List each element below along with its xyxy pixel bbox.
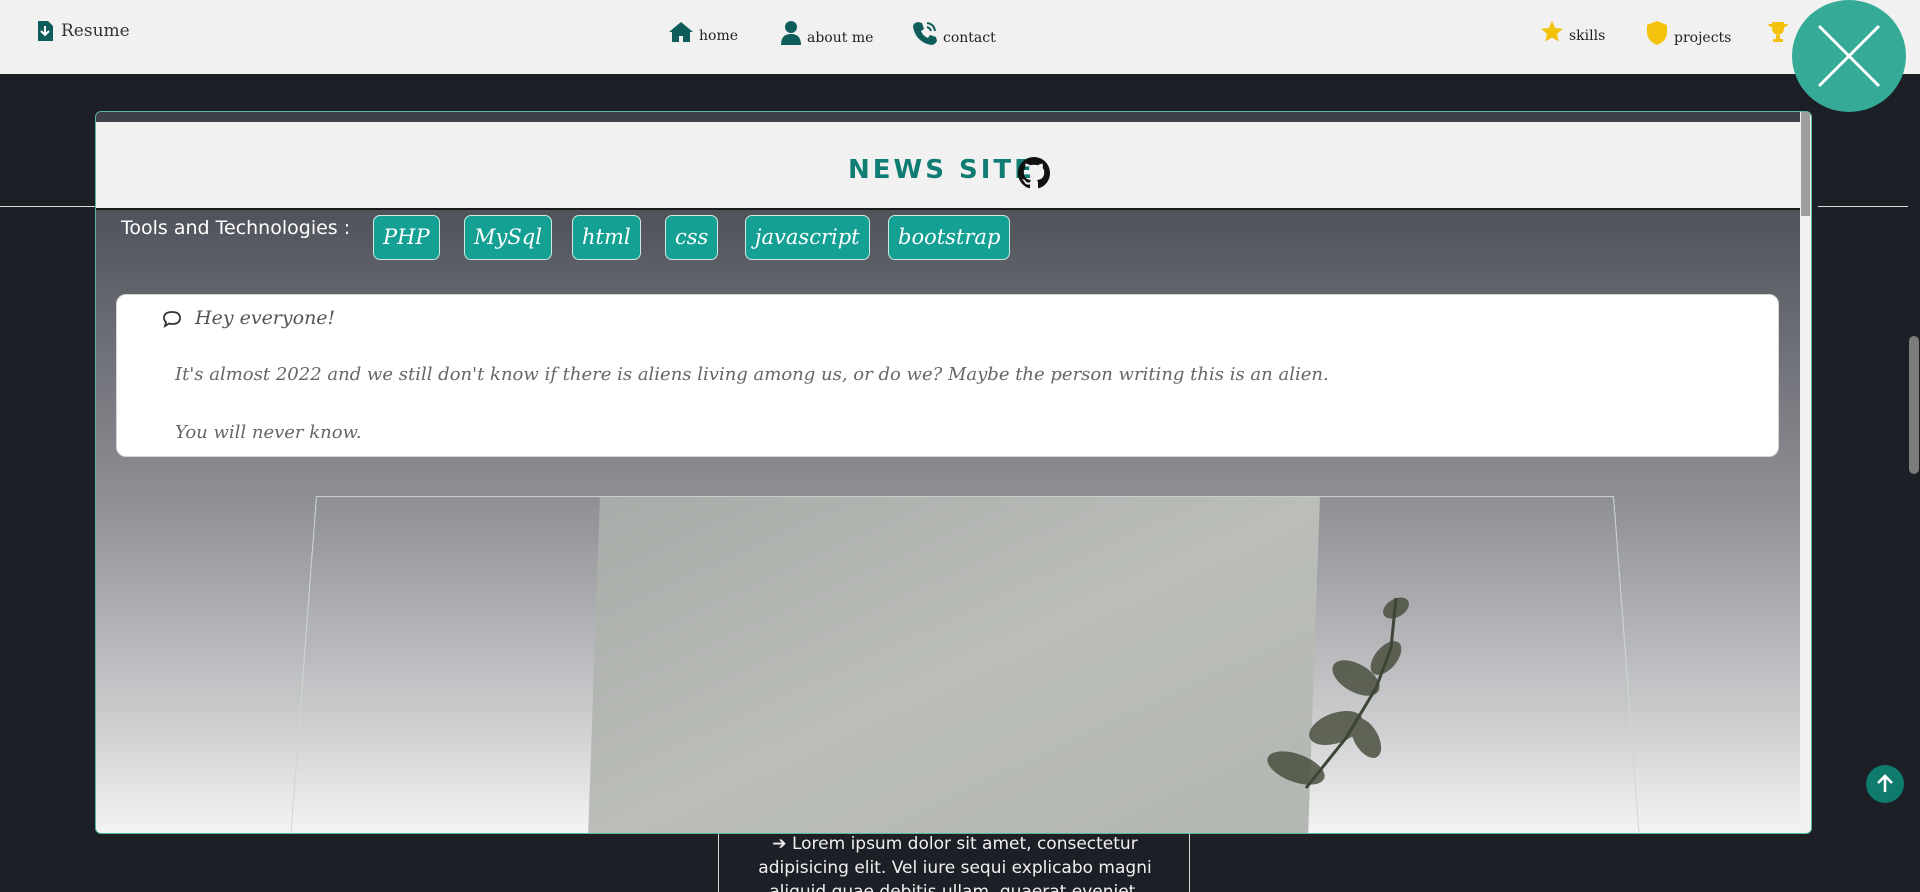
nav-skills-label: skills bbox=[1569, 28, 1606, 44]
project-screenshot-image bbox=[588, 497, 1320, 833]
nav-skills[interactable]: skills bbox=[1540, 20, 1605, 44]
section-divider-right bbox=[1818, 206, 1908, 207]
brand-label: Resume bbox=[61, 21, 130, 41]
message-line-2: You will never know. bbox=[175, 422, 362, 443]
top-navbar: Resume home about me contact skills proj… bbox=[0, 0, 1920, 74]
tool-chip-mysql: MySql bbox=[464, 215, 552, 260]
home-icon bbox=[669, 22, 693, 42]
message-card: Hey everyone! It's almost 2022 and we st… bbox=[116, 294, 1779, 457]
close-modal-button[interactable] bbox=[1792, 0, 1906, 112]
tools-label: Tools and Technologies : bbox=[121, 217, 351, 239]
arrow-up-icon bbox=[1877, 774, 1893, 792]
tool-chip-bootstrap: bootstrap bbox=[888, 215, 1011, 260]
tool-chip-css: css bbox=[665, 215, 719, 260]
page-scrollbar-thumb[interactable] bbox=[1909, 336, 1919, 474]
page-scrollbar[interactable] bbox=[1908, 74, 1920, 892]
nav-home-label: home bbox=[699, 28, 739, 44]
tool-chip-javascript: javascript bbox=[745, 215, 870, 260]
scroll-to-top-button[interactable] bbox=[1866, 765, 1904, 803]
modal-scrollbar-thumb[interactable] bbox=[1801, 112, 1810, 216]
nav-contact-label: contact bbox=[943, 30, 996, 46]
nav-about[interactable]: about me bbox=[780, 20, 873, 46]
project-card-text: ➔ Lorem ipsum dolor sit amet, consectetu… bbox=[745, 832, 1165, 892]
modal-scrollbar[interactable] bbox=[1800, 112, 1811, 833]
nav-about-label: about me bbox=[807, 30, 874, 46]
nav-projects-label: projects bbox=[1674, 30, 1732, 46]
message-greeting: Hey everyone! bbox=[195, 307, 336, 329]
resume-icon bbox=[38, 21, 53, 41]
tool-chip-php: PHP bbox=[373, 215, 440, 260]
plant-image bbox=[1267, 597, 1409, 789]
star-icon bbox=[1541, 21, 1563, 42]
trophy-icon bbox=[1768, 22, 1788, 42]
nav-achievements[interactable] bbox=[1766, 20, 1790, 44]
close-icon bbox=[1817, 24, 1881, 88]
arrow-right-icon: ➔ bbox=[772, 834, 787, 854]
nav-home[interactable]: home bbox=[668, 20, 738, 44]
nav-contact[interactable]: contact bbox=[912, 20, 996, 46]
user-icon bbox=[781, 21, 801, 45]
phone-icon bbox=[913, 22, 937, 45]
section-divider-left bbox=[0, 206, 96, 207]
modal-title: NEWS SITE bbox=[848, 155, 1035, 185]
tool-chip-html: html bbox=[572, 215, 641, 260]
message-line-1: It's almost 2022 and we still don't know… bbox=[175, 364, 1329, 385]
resume-link[interactable]: Resume bbox=[35, 19, 130, 43]
project-modal: NEWS SITE Tools and Technologies : PHP M… bbox=[95, 111, 1812, 834]
project-card-description: Lorem ipsum dolor sit amet, consectetur … bbox=[758, 834, 1152, 892]
modal-header: NEWS SITE bbox=[96, 122, 1802, 210]
comment-icon bbox=[163, 311, 181, 328]
nav-projects[interactable]: projects bbox=[1645, 20, 1731, 46]
shield-icon bbox=[1647, 21, 1667, 45]
github-icon[interactable] bbox=[1018, 157, 1050, 189]
